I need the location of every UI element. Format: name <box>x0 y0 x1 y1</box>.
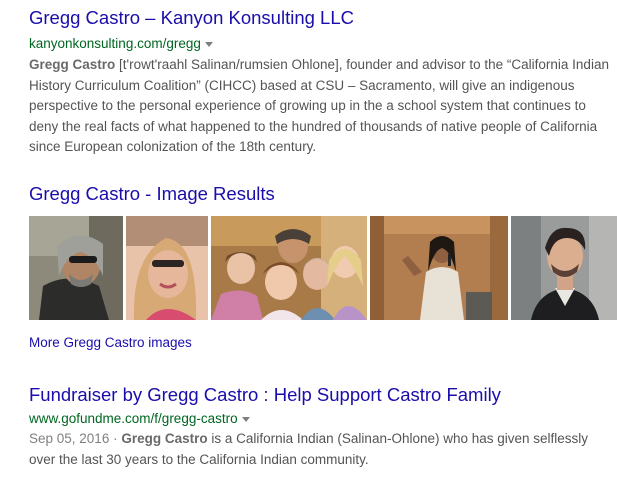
search-result-gofundme: Fundraiser by Gregg Castro : Help Suppor… <box>29 383 609 470</box>
photo-young-man-image <box>511 216 617 320</box>
search-result-kanyon: Gregg Castro – Kanyon Konsulting LLC kan… <box>29 6 609 158</box>
image-thumbnail[interactable] <box>370 216 508 320</box>
result-snippet: Gregg Castro [t'rowt'raahl Salinan/rumsi… <box>29 55 609 158</box>
snippet-bold: Gregg Castro <box>121 431 208 446</box>
photo-group-image <box>211 216 367 320</box>
image-thumbnail[interactable] <box>126 216 208 320</box>
photo-speaker-image <box>370 216 508 320</box>
result-date: Sep 05, 2016 · <box>29 431 122 446</box>
image-thumbnail[interactable] <box>29 216 123 320</box>
photo-man-sunglasses-image <box>29 216 123 320</box>
result-url-line: www.gofundme.com/f/gregg-castro <box>29 410 609 428</box>
more-images-link[interactable]: More Gregg Castro images <box>29 334 192 352</box>
result-title-link[interactable]: Gregg Castro – Kanyon Konsulting LLC <box>29 6 609 30</box>
snippet-text: [t'rowt'raahl Salinan/rumsien Ohlone], f… <box>29 57 609 154</box>
chevron-down-icon[interactable] <box>204 41 213 47</box>
snippet-bold: Gregg Castro <box>29 57 116 72</box>
result-url-line: kanyonkonsulting.com/gregg <box>29 35 609 53</box>
image-thumbnail[interactable] <box>511 216 617 320</box>
result-snippet: Sep 05, 2016 · Gregg Castro is a Califor… <box>29 429 609 470</box>
image-results-strip <box>29 216 617 320</box>
chevron-down-icon[interactable] <box>241 416 250 422</box>
image-results-title[interactable]: Gregg Castro - Image Results <box>29 182 275 206</box>
image-thumbnail[interactable] <box>211 216 367 320</box>
photo-woman-image <box>126 216 208 320</box>
result-url[interactable]: www.gofundme.com/f/gregg-castro <box>29 411 238 426</box>
result-url[interactable]: kanyonkonsulting.com/gregg <box>29 36 201 51</box>
result-title-link[interactable]: Fundraiser by Gregg Castro : Help Suppor… <box>29 383 609 407</box>
